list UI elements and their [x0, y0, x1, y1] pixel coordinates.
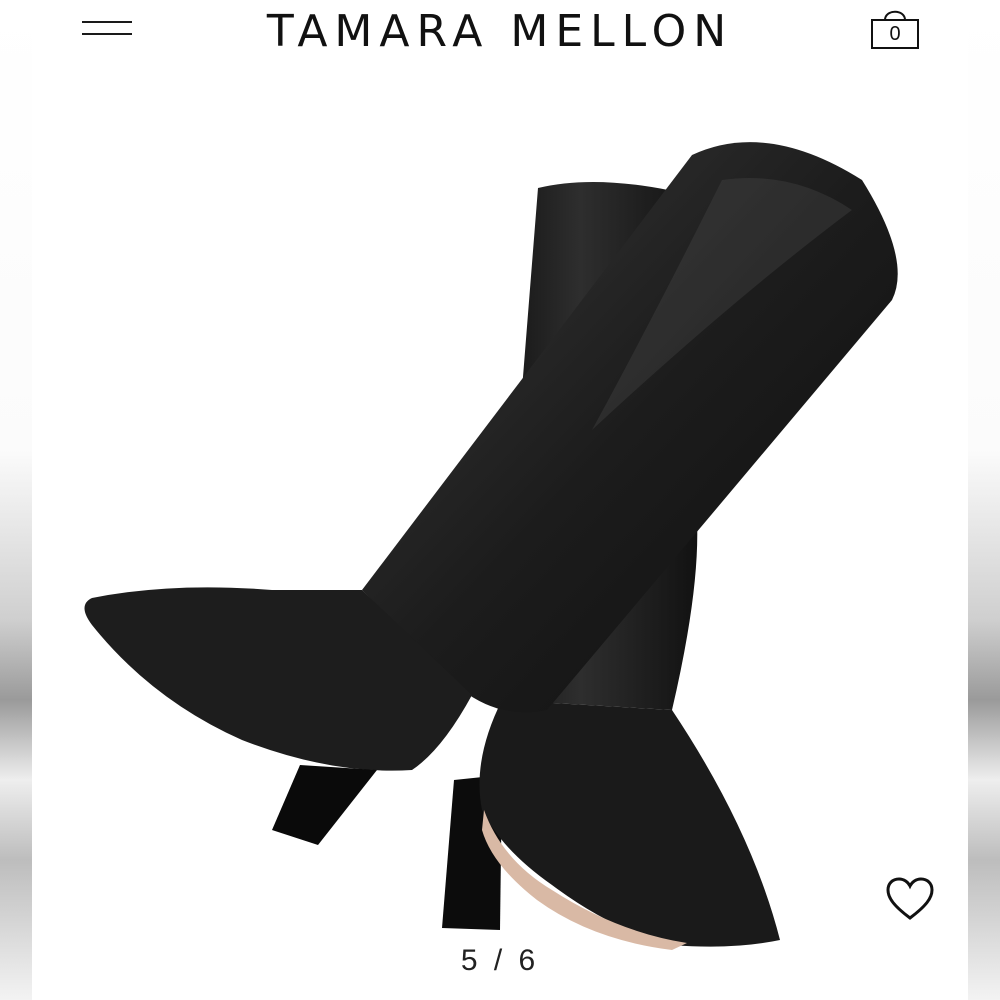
- brand-logo[interactable]: TAMARA MELLON: [32, 6, 968, 58]
- heart-outline-icon[interactable]: [884, 876, 936, 924]
- right-bezel: [968, 0, 1000, 1000]
- product-image-boots[interactable]: [32, 70, 968, 950]
- gallery-pagination: 5 / 6: [460, 944, 540, 977]
- cart-count: 0: [889, 23, 901, 45]
- mobile-screen: TAMARA MELLON 0 5 / 6: [32, 0, 968, 1000]
- left-bezel: [0, 0, 32, 1000]
- shopping-bag-icon[interactable]: 0: [870, 4, 924, 52]
- site-header: TAMARA MELLON 0: [32, 0, 968, 70]
